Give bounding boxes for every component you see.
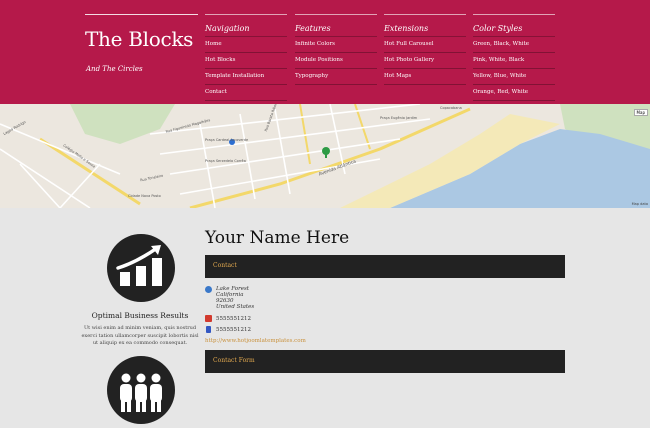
page-title: Your Name Here (205, 228, 350, 248)
map-label-7: Praça Serzedelo Corrêa (205, 159, 246, 163)
map-label-11: Copacabana (440, 106, 462, 110)
map-label-8: Praça Eugênio Jardim (380, 116, 418, 120)
mobile-icon (206, 326, 211, 333)
menu-column-extensions: Extensions Hot Full Carousel Hot Photo G… (384, 14, 466, 85)
menu-item-green-black-white[interactable]: Green, Black, White (473, 37, 555, 53)
location-icon (205, 286, 212, 293)
menu-item-home[interactable]: Home (205, 37, 287, 53)
menu-item-pink-white-black[interactable]: Pink, White, Black (473, 53, 555, 69)
brand-divider (85, 14, 198, 15)
map-type-button[interactable]: Map (633, 109, 648, 116)
menu-heading-navigation[interactable]: Navigation (205, 15, 287, 37)
address-line-4: United States (216, 304, 255, 310)
menu-item-hot-maps[interactable]: Hot Maps (384, 69, 466, 85)
mobile-number: 5555551212 (216, 327, 251, 333)
map-canvas[interactable] (0, 104, 650, 208)
feature-title: Optimal Business Results (91, 311, 189, 320)
menu-heading-color-styles[interactable]: Color Styles (473, 15, 555, 37)
address-block: Lake Forest California 92630 United Stat… (216, 286, 254, 310)
menu-heading-extensions[interactable]: Extensions (384, 15, 466, 37)
contact-bar-label: Contact (213, 262, 237, 269)
phone-icon (205, 315, 212, 322)
phone-number: 5555551212 (216, 316, 251, 322)
map-label-1: Praça Cardeal Arcoverde (205, 138, 249, 142)
menu-item-contact[interactable]: Contact (205, 85, 287, 101)
contact-form-label[interactable]: Contact Form (213, 357, 255, 364)
site-title[interactable]: The Blocks (85, 27, 193, 51)
contact-form-bar[interactable]: Contact Form (205, 350, 565, 373)
menu-heading-features[interactable]: Features (295, 15, 377, 37)
map-credit[interactable]: Map data (632, 202, 648, 206)
menu-item-template-installation[interactable]: Template Installation (205, 69, 287, 85)
site-tagline: And The Circles (86, 65, 143, 73)
team-people-icon (107, 356, 175, 424)
menu-item-hot-blocks[interactable]: Hot Blocks (205, 53, 287, 69)
feature-text: Ut wisi enim ad minim veniam, quis nostr… (81, 325, 199, 346)
menu-item-orange-red-white[interactable]: Orange, Red, White (473, 85, 555, 101)
menu-item-hot-photo-gallery[interactable]: Hot Photo Gallery (384, 53, 466, 69)
location-map[interactable]: Praça Cardeal Arcoverde Avenida Atlântic… (0, 104, 650, 208)
website-link[interactable]: http://www.hotjoomlatemplates.com (205, 338, 306, 344)
menu-item-typography[interactable]: Typography (295, 69, 377, 85)
menu-column-navigation: Navigation Home Hot Blocks Template Inst… (205, 14, 287, 101)
menu-item-yellow-blue-white[interactable]: Yellow, Blue, White (473, 69, 555, 85)
menu-item-module-positions[interactable]: Module Positions (295, 53, 377, 69)
contact-bar: Contact (205, 255, 565, 278)
menu-column-features: Features Infinite Colors Module Position… (295, 14, 377, 85)
menu-item-infinite-colors[interactable]: Infinite Colors (295, 37, 377, 53)
menu-column-color-styles: Color Styles Green, Black, White Pink, W… (473, 14, 555, 101)
site-header: The Blocks And The Circles Navigation Ho… (0, 0, 650, 104)
chart-growth-icon (107, 234, 175, 302)
menu-item-hot-full-carousel[interactable]: Hot Full Carousel (384, 37, 466, 53)
map-label-4: Cidade Nova Posto (128, 194, 161, 198)
